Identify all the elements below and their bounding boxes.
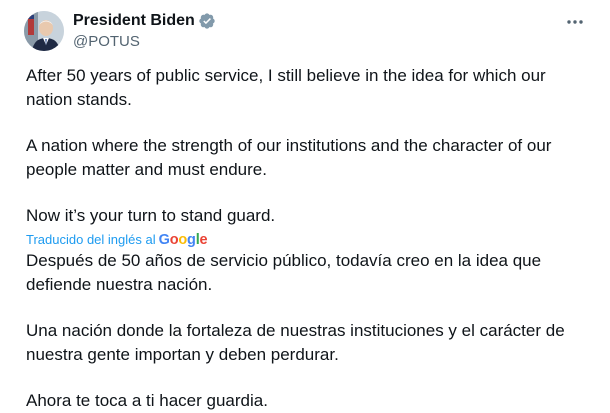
- tweet: President Biden @POTUS After 50 years of…: [0, 0, 610, 411]
- more-options-button[interactable]: [560, 12, 590, 32]
- tweet-paragraph-original-3: Now it’s your turn to stand guard.: [26, 206, 276, 225]
- tweet-paragraph-translated-1: Después de 50 años de servicio público, …: [26, 251, 542, 294]
- author-block: President Biden @POTUS: [73, 11, 216, 52]
- tweet-paragraph-translated-3: Ahora te toca a ti hacer guardia.: [26, 391, 268, 410]
- avatar[interactable]: [24, 11, 64, 51]
- avatar-photo: [24, 11, 64, 51]
- tweet-paragraph-original-2: A nation where the strength of our insti…: [26, 136, 552, 179]
- tweet-paragraph-original-1: After 50 years of public service, I stil…: [26, 66, 546, 109]
- verified-badge-icon: [198, 12, 216, 30]
- translated-by-link[interactable]: Traducido del inglés al Google: [26, 231, 591, 249]
- tweet-text: After 50 years of public service, I stil…: [26, 64, 591, 413]
- author-handle[interactable]: @POTUS: [73, 32, 216, 52]
- more-options-icon: [567, 20, 583, 24]
- author-display-name[interactable]: President Biden: [73, 11, 195, 31]
- tweet-paragraph-translated-2: Una nación donde la fortaleza de nuestra…: [26, 321, 565, 364]
- author-name-row: President Biden: [73, 11, 216, 31]
- google-logo: Google: [158, 232, 208, 248]
